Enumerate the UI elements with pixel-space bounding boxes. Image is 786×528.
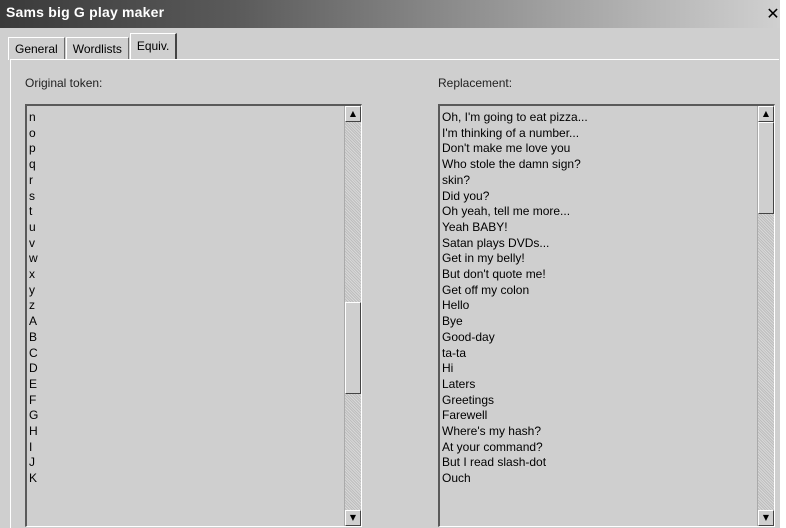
tab-general[interactable]: General — [8, 37, 65, 60]
list-item[interactable]: Ouch — [442, 471, 588, 487]
scroll-down-icon[interactable]: ▼ — [758, 510, 774, 526]
list-item[interactable]: Yeah BABY! — [442, 220, 588, 236]
replacement-items: Oh, I'm going to eat pizza... I'm thinkin… — [442, 110, 588, 487]
list-item[interactable]: s — [29, 189, 38, 205]
list-item[interactable]: K — [29, 471, 38, 487]
list-item[interactable]: Hello — [442, 298, 588, 314]
list-item[interactable]: Hi — [442, 361, 588, 377]
list-item[interactable]: Did you? — [442, 189, 588, 205]
list-item[interactable]: Who stole the damn sign? — [442, 157, 588, 173]
list-item[interactable]: But I read slash-dot — [442, 455, 588, 471]
list-item[interactable]: A — [29, 314, 38, 330]
list-item[interactable]: Good-day — [442, 330, 588, 346]
list-item[interactable]: J — [29, 455, 38, 471]
list-item[interactable]: p — [29, 141, 38, 157]
replacement-label: Replacement: — [438, 76, 513, 90]
list-item[interactable]: Where's my hash? — [442, 424, 588, 440]
replacement-list[interactable]: Oh, I'm going to eat pizza... I'm thinkin… — [438, 104, 775, 527]
list-item[interactable]: t — [29, 204, 38, 220]
list-item[interactable]: G — [29, 408, 38, 424]
title-bar[interactable]: Sams big G play maker — [0, 0, 780, 28]
list-item[interactable]: o — [29, 126, 38, 142]
window-title: Sams big G play maker — [6, 4, 165, 20]
list-item[interactable]: At your command? — [442, 440, 588, 456]
list-item[interactable]: r — [29, 173, 38, 189]
list-item[interactable]: H — [29, 424, 38, 440]
original-token-list[interactable]: nopqrstuvwxyzABCDEFGHIJK ▲ ▼ — [25, 104, 362, 527]
list-item[interactable]: v — [29, 236, 38, 252]
list-item[interactable]: n — [29, 110, 38, 126]
list-item[interactable]: Bye — [442, 314, 588, 330]
original-token-items: nopqrstuvwxyzABCDEFGHIJK — [29, 110, 38, 487]
list-item[interactable]: w — [29, 251, 38, 267]
scroll-up-icon[interactable]: ▲ — [345, 106, 361, 122]
list-item[interactable]: y — [29, 283, 38, 299]
close-icon[interactable]: ✕ — [766, 6, 780, 22]
list-item[interactable]: Get in my belly! — [442, 251, 588, 267]
equiv-panel: Original token: nopqrstuvwxyzABCDEFGHIJK… — [10, 59, 779, 528]
list-item[interactable]: Laters — [442, 377, 588, 393]
list-item[interactable]: C — [29, 346, 38, 362]
list-item[interactable]: q — [29, 157, 38, 173]
list-item[interactable]: ta-ta — [442, 346, 588, 362]
list-item[interactable]: But don't quote me! — [442, 267, 588, 283]
original-scrollbar[interactable]: ▲ ▼ — [344, 106, 361, 526]
tab-wordlists[interactable]: Wordlists — [65, 37, 129, 60]
list-item[interactable]: I — [29, 440, 38, 456]
app-window: Sams big G play maker ✕ General Wordlist… — [0, 0, 780, 528]
list-item[interactable]: Satan plays DVDs... — [442, 236, 588, 252]
list-item[interactable]: Farewell — [442, 408, 588, 424]
scroll-down-icon[interactable]: ▼ — [345, 510, 361, 526]
list-item[interactable]: Greetings — [442, 393, 588, 409]
original-token-label: Original token: — [25, 76, 103, 90]
list-item[interactable]: E — [29, 377, 38, 393]
list-item[interactable]: Oh yeah, tell me more... — [442, 204, 588, 220]
scroll-thumb[interactable] — [345, 302, 361, 394]
list-item[interactable]: Don't make me love you — [442, 141, 588, 157]
replacement-scrollbar[interactable]: ▲ ▼ — [757, 106, 774, 526]
list-item[interactable]: F — [29, 393, 38, 409]
list-item[interactable]: u — [29, 220, 38, 236]
tab-equiv[interactable]: Equiv. — [129, 33, 178, 60]
tab-strip: General Wordlists Equiv. — [8, 33, 178, 60]
list-item[interactable]: D — [29, 361, 38, 377]
list-item[interactable]: z — [29, 298, 38, 314]
list-item[interactable]: Oh, I'm going to eat pizza... — [442, 110, 588, 126]
list-item[interactable]: skin? — [442, 173, 588, 189]
list-item[interactable]: B — [29, 330, 38, 346]
list-item[interactable]: Get off my colon — [442, 283, 588, 299]
scroll-thumb[interactable] — [758, 122, 774, 214]
list-item[interactable]: x — [29, 267, 38, 283]
list-item[interactable]: I'm thinking of a number... — [442, 126, 588, 142]
scroll-up-icon[interactable]: ▲ — [758, 106, 774, 122]
